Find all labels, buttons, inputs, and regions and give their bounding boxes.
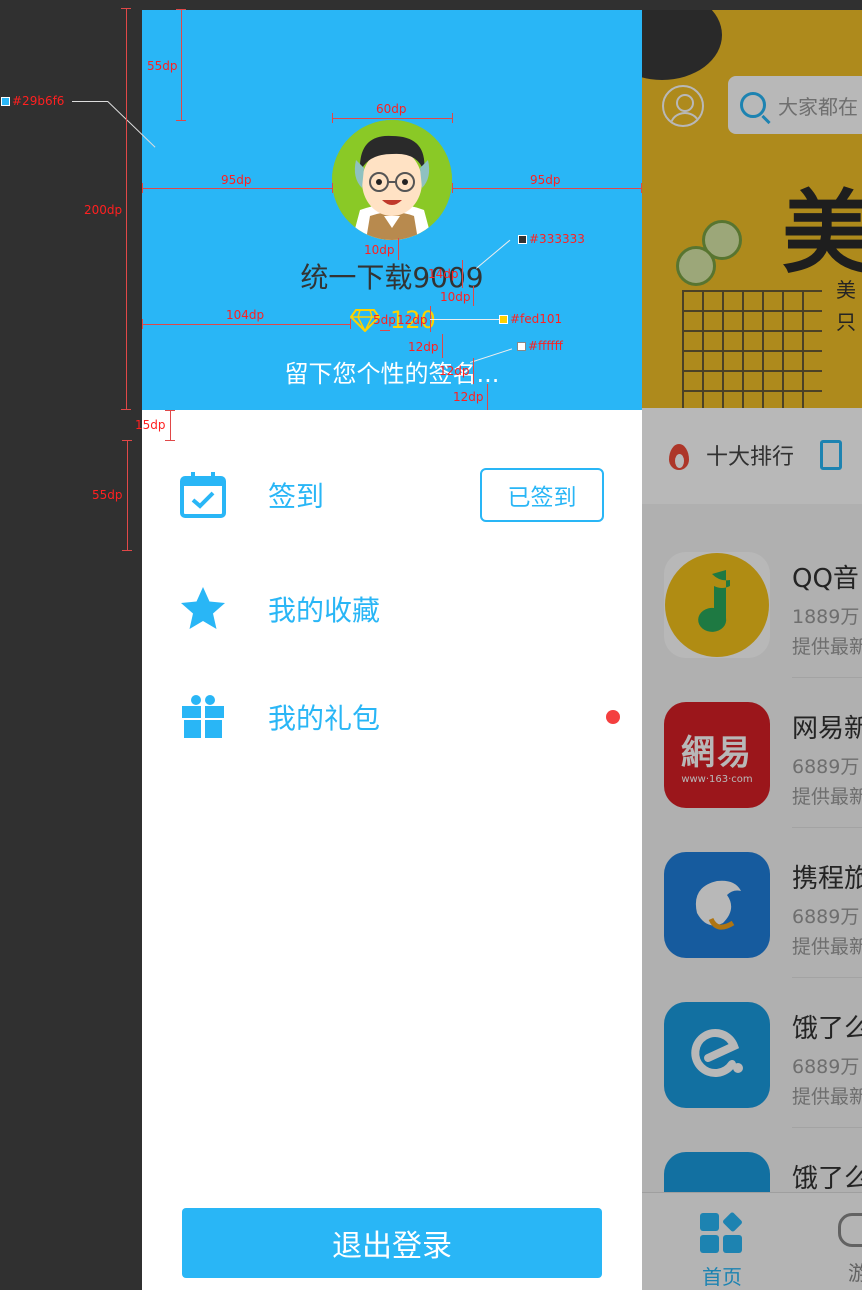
coin-gap-label: 12dp <box>408 340 439 354</box>
name-gap-label: 10dp <box>440 290 471 304</box>
header-color-annotation: #29b6f6 <box>1 94 64 108</box>
dimension-tick <box>176 9 186 10</box>
notification-dot <box>606 710 620 724</box>
dimension-tick <box>142 183 143 193</box>
dimension-tick <box>121 409 131 410</box>
dimension-line <box>181 9 182 121</box>
menu-label: 我的礼包 <box>268 702 381 735</box>
logout-button[interactable]: 退出登录 <box>182 1208 602 1278</box>
dimension-tick <box>176 120 186 121</box>
dimension-tick <box>142 319 143 329</box>
color-swatch <box>1 97 10 106</box>
menu-label: 我的收藏 <box>268 594 381 627</box>
avatar-gap-label: 10dp <box>364 243 395 257</box>
dimension-tick <box>452 113 453 123</box>
side-left-label: 95dp <box>221 173 252 187</box>
color-swatch <box>499 315 508 324</box>
color-swatch <box>518 235 527 244</box>
dimension-line <box>473 286 474 306</box>
name-color-annotation: #333333 <box>518 232 585 246</box>
avatar-size-label: 60dp <box>376 102 407 116</box>
coin-size-label: 12dp <box>397 313 428 327</box>
gift-icon <box>182 695 224 738</box>
dimension-line <box>127 440 128 550</box>
star-icon <box>181 587 225 629</box>
top-padding-label: 55dp <box>147 59 178 73</box>
navigation-drawer: 统一下载9009 120 留下您个性的签名... 签到 已签到 我的收藏 我的礼… <box>142 10 642 1290</box>
dimension-line <box>487 384 488 410</box>
menu-item-gifts[interactable]: 我的礼包 <box>142 662 642 772</box>
dimension-tick <box>165 410 175 411</box>
dimension-line <box>126 8 127 410</box>
dimension-line <box>142 188 332 189</box>
item-height-label: 55dp <box>92 488 123 502</box>
side-right-label: 95dp <box>530 173 561 187</box>
dimension-line <box>398 238 399 260</box>
dimension-tick <box>332 113 333 123</box>
coin-left-label: 104dp <box>226 308 265 322</box>
dimension-line <box>452 188 642 189</box>
list-top-label: 15dp <box>135 418 166 432</box>
menu-item-favorites[interactable]: 我的收藏 <box>142 554 642 664</box>
dimension-line <box>142 324 350 325</box>
dimension-tick <box>452 183 453 193</box>
name-size-label: 14dp <box>428 267 459 281</box>
user-avatar[interactable] <box>332 120 452 240</box>
header-height-label: 200dp <box>84 203 123 217</box>
calendar-check-icon <box>180 472 226 518</box>
dimension-line <box>473 358 474 384</box>
user-signature[interactable]: 留下您个性的签名... <box>142 354 642 389</box>
drawer-header: 统一下载9009 120 留下您个性的签名... <box>142 10 642 410</box>
dimension-tick <box>121 8 131 9</box>
leader-line <box>72 101 108 102</box>
sig-bottom-label: 12dp <box>453 390 484 404</box>
dimension-line <box>462 260 463 288</box>
menu-item-checkin[interactable]: 签到 已签到 <box>142 440 642 550</box>
coin-color-annotation: #fed101 <box>499 312 562 326</box>
dimension-line <box>332 118 453 119</box>
checked-in-button[interactable]: 已签到 <box>480 468 604 522</box>
leader-line <box>430 319 500 320</box>
dimension-line <box>170 410 171 440</box>
dimension-tick <box>122 550 132 551</box>
dimension-line <box>380 330 390 331</box>
sig-color-annotation: #ffffff <box>517 339 563 353</box>
dimension-tick <box>332 183 333 193</box>
coin-icon-gap-label: 5dp <box>373 313 396 327</box>
dimension-tick <box>165 440 175 441</box>
dimension-tick <box>122 440 132 441</box>
menu-label: 签到 <box>268 480 325 513</box>
dimension-line <box>442 334 443 358</box>
username[interactable]: 统一下载9009 <box>142 256 642 296</box>
sig-size-label: 12dp <box>439 364 470 378</box>
dimension-tick <box>350 319 351 329</box>
scrim-overlay[interactable] <box>642 10 862 1290</box>
dimension-tick <box>641 183 642 193</box>
color-swatch <box>517 342 526 351</box>
